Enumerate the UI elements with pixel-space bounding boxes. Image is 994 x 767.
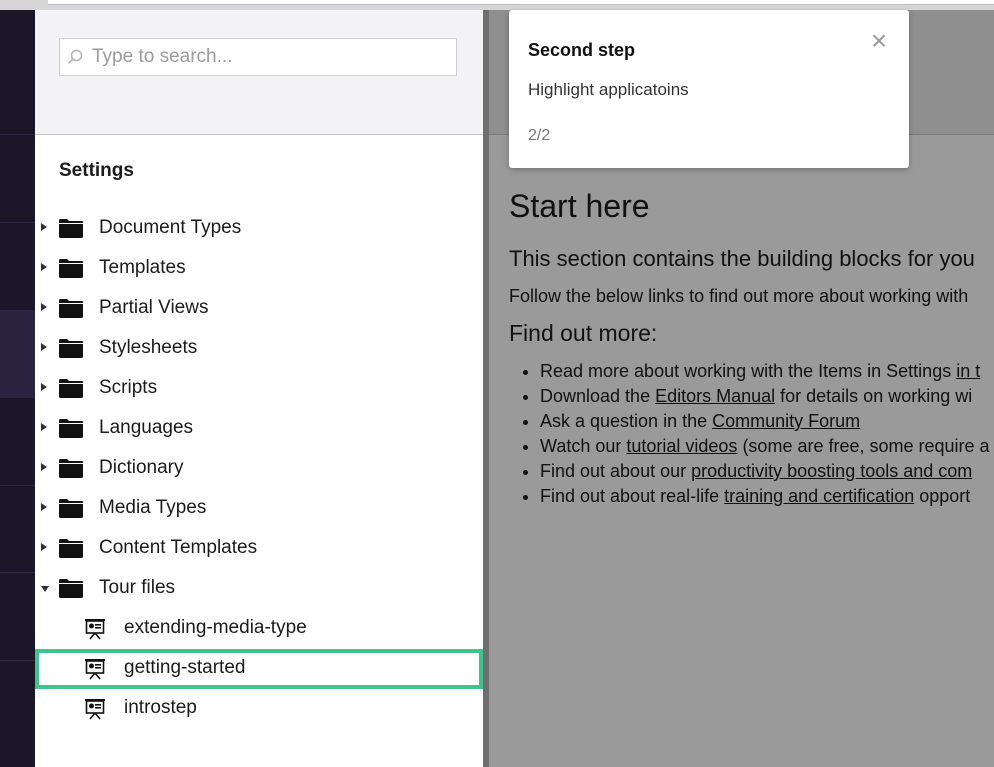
folder-icon — [59, 299, 83, 318]
tree-item-stylesheets[interactable]: Stylesheets — [35, 329, 483, 369]
folder-icon — [59, 539, 83, 558]
list-item-text: Find out about our — [540, 461, 692, 481]
expand-caret-icon[interactable] — [41, 423, 47, 431]
tree-item-media-types[interactable]: Media Types — [35, 489, 483, 529]
search-box[interactable] — [59, 38, 457, 76]
folder-icon — [59, 419, 83, 438]
tree-item-label: Languages — [99, 417, 194, 438]
productivity-tools-link[interactable]: productivity boosting tools and com — [691, 461, 972, 481]
expand-caret-icon[interactable] — [41, 543, 47, 551]
resource-links-list: Read more about working with the Items i… — [509, 360, 994, 510]
tree-item-label: Media Types — [99, 497, 207, 518]
community-forum-link[interactable]: Community Forum — [712, 411, 860, 431]
presentation-icon — [85, 699, 105, 720]
address-field-edge — [48, 0, 994, 5]
tour-step-body: Highlight applicatoins — [528, 80, 689, 99]
tree-item-label: Partial Views — [99, 297, 209, 318]
list-item: Find out about real-life training and ce… — [540, 485, 994, 510]
tree-item-templates[interactable]: Templates — [35, 249, 483, 289]
tree-item-document-types[interactable]: Document Types — [35, 209, 483, 249]
tree-panel: Settings Document Types Templates Partia… — [35, 10, 483, 767]
tree-item-content-templates[interactable]: Content Templates — [35, 529, 483, 569]
dashboard-intro: Follow the below links to find out more … — [509, 286, 969, 306]
tour-file-label: introstep — [124, 697, 197, 718]
nav-item-active[interactable] — [0, 310, 35, 398]
tree-item-label: Stylesheets — [99, 337, 198, 358]
presentation-icon — [85, 659, 105, 680]
folder-icon — [59, 499, 83, 518]
tour-file-extending-media-type[interactable]: extending-media-type — [35, 609, 483, 649]
tour-file-label: extending-media-type — [124, 617, 307, 638]
tree-item-tour-files[interactable]: Tour files — [35, 569, 483, 609]
list-item-text: Ask a question in the — [540, 411, 713, 431]
tree-item-languages[interactable]: Languages — [35, 409, 483, 449]
editors-manual-link[interactable]: Editors Manual — [655, 386, 775, 406]
nav-divider — [0, 485, 35, 486]
tree-item-label: Tour files — [99, 577, 176, 598]
folder-icon — [59, 459, 83, 478]
tour-file-label: getting-started — [124, 657, 246, 678]
tutorial-videos-link[interactable]: tutorial videos — [626, 436, 737, 456]
tree-item-partial-views[interactable]: Partial Views — [35, 289, 483, 329]
tree-item-label: Dictionary — [99, 457, 184, 478]
expand-caret-icon[interactable] — [41, 503, 47, 511]
dashboard-lead: This section contains the building block… — [509, 246, 975, 271]
search-icon — [67, 49, 83, 65]
nav-divider — [0, 660, 35, 661]
list-item: Ask a question in the Community Forum — [540, 410, 994, 435]
collapse-caret-icon[interactable] — [41, 586, 49, 592]
expand-caret-icon[interactable] — [41, 303, 47, 311]
folder-icon — [59, 379, 83, 398]
tree-item-label: Document Types — [99, 217, 242, 238]
close-icon[interactable]: × — [867, 27, 891, 55]
list-item: Read more about working with the Items i… — [540, 360, 994, 385]
settings-tree: Document Types Templates Partial Views S… — [35, 209, 483, 729]
expand-caret-icon[interactable] — [41, 383, 47, 391]
dashboard-heading: Start here — [509, 188, 650, 224]
tree-item-scripts[interactable]: Scripts — [35, 369, 483, 409]
tree-item-dictionary[interactable]: Dictionary — [35, 449, 483, 489]
list-item: Download the Editors Manual for details … — [540, 385, 994, 410]
list-item-text: (some are free, some require a — [737, 436, 990, 456]
section-title: Settings — [59, 160, 134, 181]
presentation-icon — [85, 619, 105, 640]
list-item-text: Find out about real-life — [540, 486, 725, 506]
tour-step-title: Second step — [528, 40, 636, 60]
folder-icon — [59, 339, 83, 358]
nav-divider — [0, 222, 35, 223]
list-item-text: Read more about working with the Items i… — [540, 361, 957, 381]
list-item: Watch our tutorial videos (some are free… — [540, 435, 994, 460]
folder-icon — [59, 259, 83, 278]
expand-caret-icon[interactable] — [41, 343, 47, 351]
section-navigation — [0, 10, 35, 767]
training-certification-link[interactable]: training and certification — [724, 486, 914, 506]
tour-step-progress: 2/2 — [528, 127, 551, 144]
tree-item-label: Content Templates — [99, 537, 258, 558]
list-item-text: Watch our — [540, 436, 627, 456]
list-item-text: Download the — [540, 386, 656, 406]
list-item-text: for details on working wi — [775, 386, 973, 406]
folder-icon — [59, 579, 83, 598]
find-out-more-heading: Find out more: — [509, 320, 658, 346]
search-input[interactable] — [92, 39, 452, 75]
list-item-text: opport — [914, 486, 971, 506]
expand-caret-icon[interactable] — [41, 463, 47, 471]
tree-item-label: Scripts — [99, 377, 158, 398]
tour-step-popup: Second step Highlight applicatoins 2/2 × — [509, 10, 909, 168]
settings-docs-link[interactable]: in t — [956, 361, 980, 381]
nav-divider — [0, 572, 35, 573]
search-area — [35, 10, 483, 135]
folder-icon — [59, 219, 83, 238]
expand-caret-icon[interactable] — [41, 263, 47, 271]
browser-top-strip — [0, 0, 994, 10]
expand-caret-icon[interactable] — [41, 223, 47, 231]
list-item: Find out about our productivity boosting… — [540, 460, 994, 485]
nav-divider — [0, 134, 35, 135]
tree-item-label: Templates — [99, 257, 186, 278]
tour-file-getting-started[interactable]: getting-started — [35, 649, 483, 689]
tour-file-introstep[interactable]: introstep — [35, 689, 483, 729]
